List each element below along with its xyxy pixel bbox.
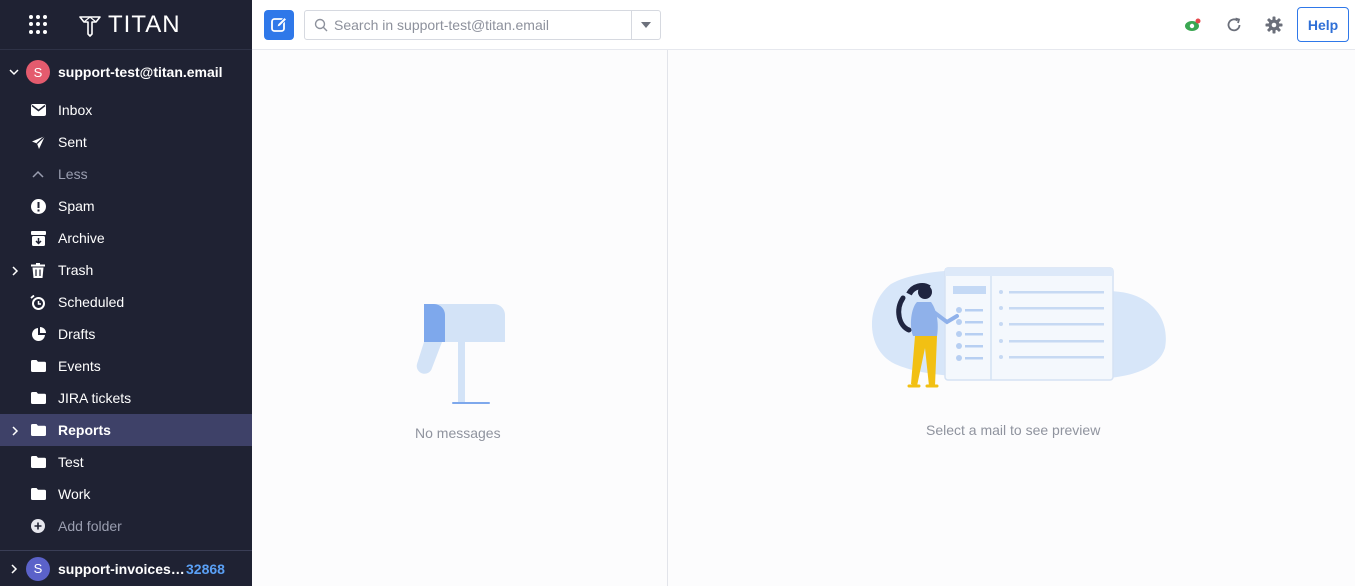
- preview-pane: Select a mail to see preview: [669, 50, 1355, 586]
- compose-button[interactable]: [264, 10, 294, 40]
- top-toolbar: Help: [252, 0, 1355, 50]
- select-mail-illustration: [871, 267, 1166, 388]
- search-bar: [304, 10, 661, 40]
- folder-scheduled[interactable]: Scheduled: [0, 286, 252, 318]
- folder-events[interactable]: Events: [0, 350, 252, 382]
- folder-label: Sent: [58, 134, 87, 150]
- folder-label: JIRA tickets: [58, 390, 132, 406]
- search-input[interactable]: [334, 17, 624, 33]
- folder-archive[interactable]: Archive: [0, 222, 252, 254]
- folder-icon: [30, 422, 46, 438]
- search-icon: [314, 18, 328, 32]
- chevron-right-icon[interactable]: [8, 563, 20, 575]
- folder-list: Inbox Sent Less Spam Archive Trash Sched…: [0, 94, 252, 542]
- folder-label: Reports: [58, 422, 111, 438]
- folder-label: Inbox: [58, 102, 93, 118]
- folder-label: Less: [58, 166, 88, 182]
- sidebar: TITAN S support-test@titan.email Inbox S…: [0, 0, 252, 586]
- app-grid-icon[interactable]: [29, 14, 49, 35]
- folder-drafts[interactable]: Drafts: [0, 318, 252, 350]
- unread-count-badge: 32868: [186, 560, 225, 577]
- second-account-header[interactable]: S support-invoices@fl... 32868: [0, 550, 252, 586]
- account-header[interactable]: S support-test@titan.email: [0, 50, 252, 94]
- help-button[interactable]: Help: [1297, 7, 1349, 42]
- account-email: support-test@titan.email: [58, 64, 223, 80]
- folder-spam[interactable]: Spam: [0, 190, 252, 222]
- refresh-icon[interactable]: [1224, 15, 1244, 35]
- chevron-right-icon[interactable]: [9, 264, 21, 276]
- empty-list-message: No messages: [415, 425, 501, 441]
- brand-bar: TITAN: [0, 0, 252, 50]
- folder-less-toggle[interactable]: Less: [0, 158, 252, 190]
- settings-gear-icon[interactable]: [1264, 15, 1284, 35]
- logo-text: TITAN: [108, 10, 181, 38]
- folder-label: Drafts: [58, 326, 96, 342]
- folder-label: Spam: [58, 198, 95, 214]
- folder-label: Test: [58, 454, 84, 470]
- caret-down-icon: [641, 22, 651, 28]
- drafts-icon: [30, 326, 46, 342]
- chevron-up-icon: [30, 166, 46, 182]
- chevron-down-icon[interactable]: [8, 66, 20, 78]
- account-avatar: S: [26, 556, 50, 581]
- account-avatar: S: [26, 60, 50, 84]
- folder-reports[interactable]: Reports: [0, 414, 252, 446]
- archive-icon: [30, 230, 46, 246]
- folder-jira-tickets[interactable]: JIRA tickets: [0, 382, 252, 414]
- trash-icon: [30, 262, 46, 278]
- spam-icon: [30, 198, 46, 214]
- folder-icon: [30, 358, 46, 374]
- add-folder-icon: [30, 518, 46, 534]
- folder-sent[interactable]: Sent: [0, 126, 252, 158]
- titan-logo-icon: [79, 15, 101, 37]
- send-icon: [30, 134, 46, 150]
- folder-icon: [30, 390, 46, 406]
- folder-label: Scheduled: [58, 294, 125, 310]
- inbox-icon: [30, 102, 46, 118]
- folder-label: Work: [58, 486, 91, 502]
- add-folder-button[interactable]: Add folder: [0, 510, 252, 542]
- empty-mailbox-illustration: [416, 304, 505, 404]
- message-list-pane: No messages: [252, 50, 668, 586]
- compose-icon: [271, 16, 288, 32]
- status-indicator-icon[interactable]: [1183, 15, 1203, 35]
- folder-icon: [30, 486, 46, 502]
- folder-work[interactable]: Work: [0, 478, 252, 510]
- chevron-right-icon[interactable]: [9, 424, 21, 436]
- preview-empty-message: Select a mail to see preview: [926, 422, 1101, 438]
- folder-inbox[interactable]: Inbox: [0, 94, 252, 126]
- folder-trash[interactable]: Trash: [0, 254, 252, 286]
- folder-icon: [30, 454, 46, 470]
- search-options-dropdown[interactable]: [631, 11, 660, 39]
- folder-label: Events: [58, 358, 101, 374]
- folder-label: Add folder: [58, 518, 122, 534]
- clock-icon: [30, 294, 46, 310]
- account-email: support-invoices@fl...: [58, 560, 186, 577]
- folder-test[interactable]: Test: [0, 446, 252, 478]
- titan-logo[interactable]: TITAN: [78, 11, 181, 39]
- folder-label: Archive: [58, 230, 105, 246]
- folder-label: Trash: [58, 262, 94, 278]
